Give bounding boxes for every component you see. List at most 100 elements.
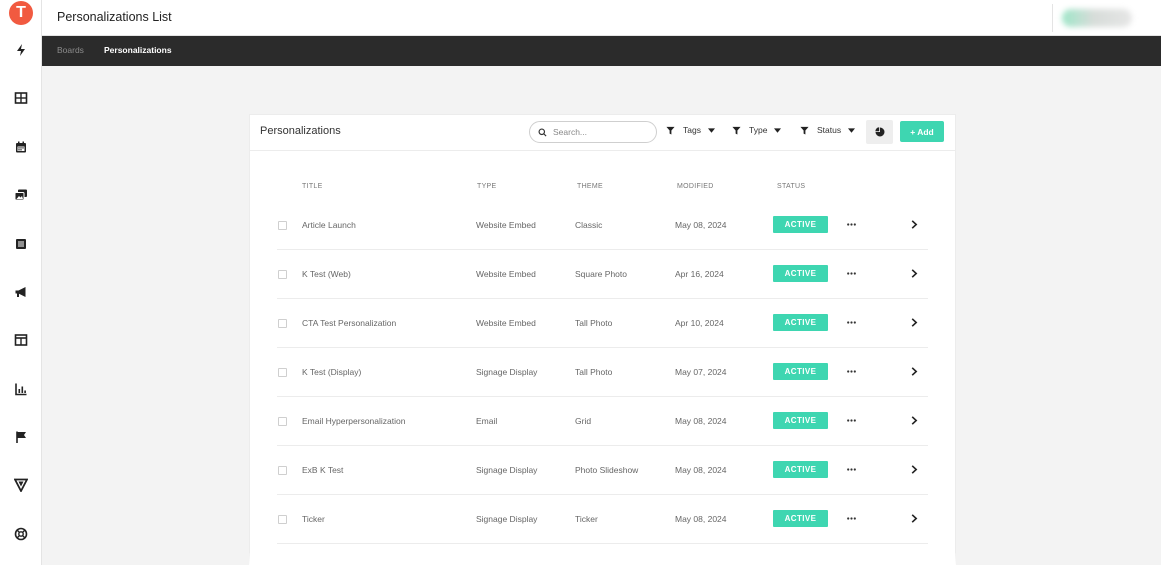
bottom-fade	[249, 553, 956, 565]
app-logo[interactable]: T	[9, 1, 33, 25]
row-theme: Grid	[575, 416, 592, 426]
more-options-button[interactable]	[843, 363, 859, 380]
more-options-button[interactable]	[843, 461, 859, 478]
column-header-theme: THEME	[577, 183, 603, 190]
row-title[interactable]: CTA Test Personalization	[302, 318, 396, 328]
open-row-button[interactable]	[908, 316, 920, 328]
grid-icon[interactable]	[13, 90, 29, 106]
open-row-button[interactable]	[908, 218, 920, 230]
chevron-right-icon	[911, 415, 917, 425]
table-row[interactable]: K Test (Web) Website Embed Square Photo Apr…	[277, 250, 928, 299]
row-type: Website Embed	[476, 220, 536, 230]
table-row[interactable]: Email Hyperpersonalization Email Grid May 0…	[277, 397, 928, 446]
status-badge: ACTIVE	[773, 314, 828, 331]
row-checkbox[interactable]	[278, 319, 287, 328]
chevron-right-icon	[911, 317, 917, 327]
row-title[interactable]: Email Hyperpersonalization	[302, 416, 405, 426]
table-row[interactable]: Ticker Signage Display Ticker May 08, 2024 A…	[277, 495, 928, 544]
row-title[interactable]: Article Launch	[302, 220, 356, 230]
caret-down-icon	[774, 127, 782, 133]
header-divider	[1052, 4, 1053, 32]
breadcrumb-boards[interactable]: Boards	[57, 45, 84, 55]
row-title[interactable]: Ticker	[302, 514, 325, 524]
row-checkbox[interactable]	[278, 515, 287, 524]
row-type: Website Embed	[476, 269, 536, 279]
open-row-button[interactable]	[908, 512, 920, 524]
funnel-icon	[732, 126, 741, 135]
more-options-button[interactable]	[843, 314, 859, 331]
row-title[interactable]: K Test (Web)	[302, 269, 351, 279]
search-icon	[538, 127, 547, 137]
row-type: Signage Display	[476, 514, 538, 524]
help-lifebuoy-icon[interactable]	[13, 526, 29, 542]
page-title: Personalizations List	[57, 10, 172, 24]
filter-status[interactable]: Status	[800, 125, 856, 135]
row-checkbox[interactable]	[278, 368, 287, 377]
user-avatar[interactable]	[1062, 9, 1132, 27]
row-modified: May 08, 2024	[675, 220, 727, 230]
megaphone-icon[interactable]	[13, 284, 29, 300]
row-checkbox[interactable]	[278, 417, 287, 426]
top-header: Personalizations List	[42, 0, 1161, 36]
row-type: Signage Display	[476, 465, 538, 475]
chart-icon[interactable]	[13, 381, 29, 397]
open-row-button[interactable]	[908, 365, 920, 377]
ellipsis-icon	[846, 517, 856, 520]
status-badge: ACTIVE	[773, 363, 828, 380]
funnel-icon	[800, 126, 809, 135]
row-title[interactable]: ExB K Test	[302, 465, 343, 475]
status-badge: ACTIVE	[773, 510, 828, 527]
filter-type[interactable]: Type	[732, 125, 782, 135]
ellipsis-icon	[846, 419, 856, 422]
status-badge: ACTIVE	[773, 216, 828, 233]
filter-status-label: Status	[817, 125, 842, 135]
filter-tags-label: Tags	[683, 125, 701, 135]
row-modified: Apr 16, 2024	[675, 269, 724, 279]
more-options-button[interactable]	[843, 412, 859, 429]
table-row[interactable]: Article Launch Website Embed Classic May 08…	[277, 201, 928, 250]
search-box[interactable]	[529, 121, 657, 143]
personalizations-card: Personalizations Tags Type Status + Add …	[249, 114, 956, 565]
chevron-right-icon	[911, 513, 917, 523]
more-options-button[interactable]	[843, 510, 859, 527]
more-options-button[interactable]	[843, 216, 859, 233]
gallery-icon[interactable]	[13, 187, 29, 203]
funnel-icon	[666, 126, 675, 135]
brand-v-icon[interactable]	[13, 477, 29, 493]
breadcrumb: Boards Personalizations	[42, 36, 1161, 66]
filter-tags[interactable]: Tags	[666, 125, 715, 135]
row-type: Website Embed	[476, 318, 536, 328]
ellipsis-icon	[846, 468, 856, 471]
row-theme: Tall Photo	[575, 367, 613, 377]
ellipsis-icon	[846, 321, 856, 324]
pie-chart-icon	[874, 127, 884, 137]
search-input[interactable]	[553, 127, 653, 137]
open-row-button[interactable]	[908, 463, 920, 475]
row-modified: May 08, 2024	[675, 514, 727, 524]
open-row-button[interactable]	[908, 267, 920, 279]
row-title[interactable]: K Test (Display)	[302, 367, 361, 377]
analytics-button[interactable]	[866, 120, 893, 144]
column-header-type: TYPE	[477, 183, 497, 190]
flag-icon[interactable]	[13, 429, 29, 445]
row-theme: Square Photo	[575, 269, 627, 279]
table-row[interactable]: ExB K Test Signage Display Photo Slideshow…	[277, 446, 928, 495]
row-checkbox[interactable]	[278, 270, 287, 279]
row-checkbox[interactable]	[278, 221, 287, 230]
table-row[interactable]: CTA Test Personalization Website Embed Tal…	[277, 299, 928, 348]
ellipsis-icon	[846, 370, 856, 373]
chevron-right-icon	[911, 366, 917, 376]
add-button[interactable]: + Add	[900, 121, 944, 142]
open-row-button[interactable]	[908, 414, 920, 426]
status-badge: ACTIVE	[773, 265, 828, 282]
column-header-status: STATUS	[777, 183, 806, 190]
table-row[interactable]: K Test (Display) Signage Display Tall Phot…	[277, 348, 928, 397]
more-options-button[interactable]	[843, 265, 859, 282]
caret-down-icon	[707, 127, 715, 133]
list-icon[interactable]	[13, 236, 29, 252]
row-checkbox[interactable]	[278, 466, 287, 475]
lightning-icon[interactable]	[13, 42, 29, 58]
layout-icon[interactable]	[13, 332, 29, 348]
calendar-icon[interactable]	[13, 139, 29, 155]
row-theme: Photo Slideshow	[575, 465, 639, 475]
